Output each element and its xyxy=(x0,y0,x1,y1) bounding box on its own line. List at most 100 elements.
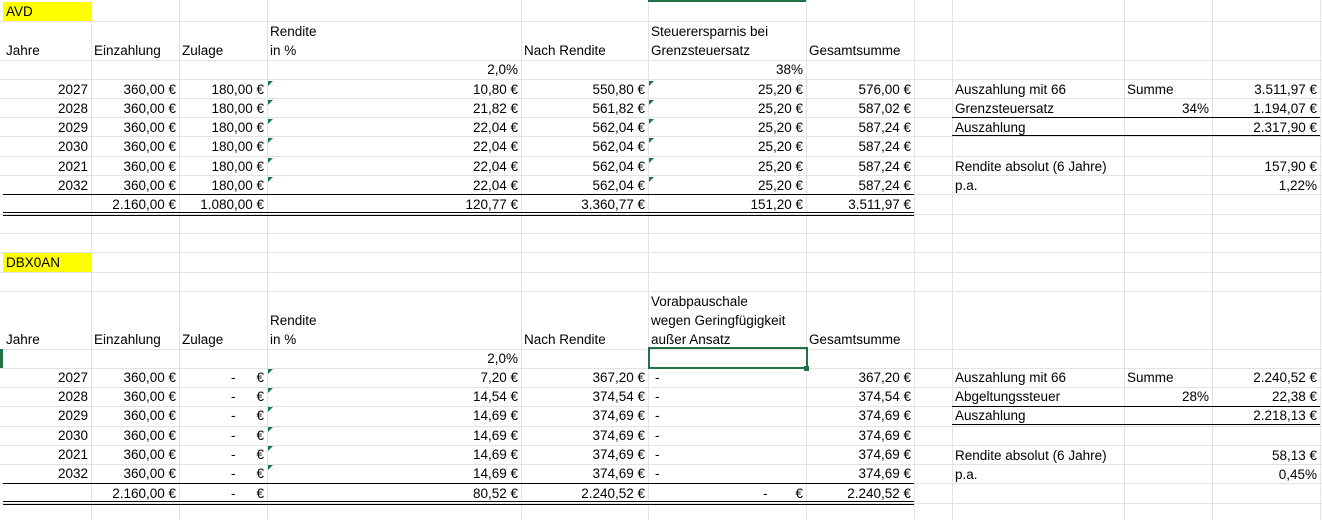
table-row-rendite[interactable]: 22,04 € xyxy=(267,137,521,156)
table-row-zulage[interactable]: 180,00 € xyxy=(179,99,267,118)
table-row-einzahlung[interactable]: 360,00 € xyxy=(91,137,179,156)
avd-rendite-abs-value[interactable]: 157,90 € xyxy=(1212,157,1320,176)
table-row-zulage[interactable]: 180,00 € xyxy=(179,80,267,99)
dbx-auszahlung-label[interactable]: Auszahlung xyxy=(952,406,1124,425)
table-row-gesamt[interactable]: 587,24 € xyxy=(806,137,914,156)
table-row-steuer[interactable]: 25,20 € xyxy=(648,80,806,99)
dbx-auszahlung-value[interactable]: 2.218,13 € xyxy=(1212,406,1320,425)
table-row-steuer[interactable]: 25,20 € xyxy=(648,99,806,118)
table-row-rendite[interactable]: 14,69 € xyxy=(267,445,521,464)
table-row-gesamt[interactable]: 374,69 € xyxy=(806,426,914,445)
header-steuerersparnis-line1[interactable]: Steuerersparnis bei xyxy=(648,22,806,41)
rendite-percent[interactable]: 2,0% xyxy=(267,60,521,79)
avd-rendite-abs-label[interactable]: Rendite absolut (6 Jahre) xyxy=(952,157,1212,176)
table-row-vorab[interactable]: - xyxy=(652,445,692,464)
dbx-pa-label[interactable]: p.a. xyxy=(952,465,1124,484)
table-row-einzahlung[interactable]: 360,00 € xyxy=(91,406,179,425)
table-row-jahr[interactable]: 2027 xyxy=(3,80,91,99)
table-row-steuer[interactable]: 25,20 € xyxy=(648,118,806,137)
table-row-gesamt[interactable]: 587,24 € xyxy=(806,118,914,137)
table-row-zulage-eur[interactable]: € xyxy=(247,387,267,406)
avd-auszahlung66-label[interactable]: Auszahlung mit 66 xyxy=(952,80,1124,99)
table-row-einzahlung[interactable]: 360,00 € xyxy=(91,426,179,445)
steuersatz-percent[interactable]: 38% xyxy=(648,60,806,79)
table-row-rendite[interactable]: 22,04 € xyxy=(267,176,521,195)
table-row-zulage[interactable]: - xyxy=(228,445,248,464)
table-row-einzahlung[interactable]: 360,00 € xyxy=(91,99,179,118)
avd-summe-label[interactable]: Summe xyxy=(1124,80,1212,99)
table-row-gesamt[interactable]: 576,00 € xyxy=(806,80,914,99)
table-row-steuer[interactable]: 25,20 € xyxy=(648,176,806,195)
avd-pa-value[interactable]: 1,22% xyxy=(1212,176,1320,195)
table-row-nach-rendite[interactable]: 374,69 € xyxy=(521,426,648,445)
table-row-einzahlung[interactable]: 360,00 € xyxy=(91,118,179,137)
header-nach-rendite[interactable]: Nach Rendite xyxy=(521,41,648,60)
table-row-gesamt[interactable]: 587,24 € xyxy=(806,157,914,176)
header-rendite-line2[interactable]: in % xyxy=(267,41,521,60)
table-row-steuer[interactable]: 25,20 € xyxy=(648,137,806,156)
table-row-zulage[interactable]: 180,00 € xyxy=(179,176,267,195)
table-row-einzahlung[interactable]: 360,00 € xyxy=(91,157,179,176)
table-row-nach-rendite[interactable]: 374,69 € xyxy=(521,406,648,425)
section-label-dbx0an[interactable]: DBX0AN xyxy=(3,253,91,272)
dbx-abgeltung-pct[interactable]: 28% xyxy=(1124,387,1212,406)
table-row-rendite[interactable]: 14,69 € xyxy=(267,426,521,445)
table-row-jahr[interactable]: 2029 xyxy=(3,406,91,425)
table-row-rendite[interactable]: 21,82 € xyxy=(267,99,521,118)
table-row-jahr[interactable]: 2021 xyxy=(3,445,91,464)
table-row-einzahlung[interactable]: 360,00 € xyxy=(91,464,179,483)
header-rendite-line1[interactable]: Rendite xyxy=(267,311,521,330)
header-zulage[interactable]: Zulage xyxy=(179,330,267,349)
header-einzahlung[interactable]: Einzahlung xyxy=(91,41,179,60)
table-row-vorab[interactable]: - xyxy=(652,426,692,445)
table-row-nach-rendite[interactable]: 562,04 € xyxy=(521,118,648,137)
table-row-jahr[interactable]: 2032 xyxy=(3,176,91,195)
table-row-gesamt[interactable]: 587,24 € xyxy=(806,176,914,195)
table-row-einzahlung[interactable]: 360,00 € xyxy=(91,387,179,406)
table-row-jahr[interactable]: 2030 xyxy=(3,426,91,445)
table-row-nach-rendite[interactable]: 374,69 € xyxy=(521,464,648,483)
table-row-gesamt[interactable]: 374,69 € xyxy=(806,406,914,425)
table-row-rendite[interactable]: 10,80 € xyxy=(267,80,521,99)
table-row-einzahlung[interactable]: 360,00 € xyxy=(91,176,179,195)
table-row-nach-rendite[interactable]: 562,04 € xyxy=(521,137,648,156)
table-row-zulage-eur[interactable]: € xyxy=(247,406,267,425)
dbx-auszahlung66-label[interactable]: Auszahlung mit 66 xyxy=(952,368,1124,387)
header-einzahlung[interactable]: Einzahlung xyxy=(91,330,179,349)
table-row-einzahlung[interactable]: 360,00 € xyxy=(91,445,179,464)
header-steuerersparnis-line2[interactable]: Grenzsteuersatz xyxy=(648,41,806,60)
table-row-nach-rendite[interactable]: 561,82 € xyxy=(521,99,648,118)
table-row-gesamt[interactable]: 587,02 € xyxy=(806,99,914,118)
spreadsheet-grid[interactable]: AVD Jahre Einzahlung Zulage Rendite in %… xyxy=(0,0,1322,520)
table-row-zulage[interactable]: 180,00 € xyxy=(179,118,267,137)
dbx-rendite-abs-label[interactable]: Rendite absolut (6 Jahre) xyxy=(952,446,1212,465)
table-row-zulage[interactable]: - xyxy=(228,406,248,425)
table-row-gesamt[interactable]: 374,54 € xyxy=(806,387,914,406)
table-row-rendite[interactable]: 7,20 € xyxy=(267,368,521,387)
avd-pa-label[interactable]: p.a. xyxy=(952,176,1124,195)
table-row-jahr[interactable]: 2030 xyxy=(3,137,91,156)
table-row-rendite[interactable]: 14,69 € xyxy=(267,406,521,425)
table-row-zulage-eur[interactable]: € xyxy=(247,426,267,445)
table-row-gesamt[interactable]: 374,69 € xyxy=(806,445,914,464)
avd-grenz-pct[interactable]: 34% xyxy=(1124,99,1212,118)
table-row-rendite[interactable]: 22,04 € xyxy=(267,118,521,137)
table-row-jahr[interactable]: 2028 xyxy=(3,387,91,406)
header-nach-rendite[interactable]: Nach Rendite xyxy=(521,330,648,349)
table-row-rendite[interactable]: 22,04 € xyxy=(267,157,521,176)
header-rendite-line1[interactable]: Rendite xyxy=(267,22,521,41)
header-gesamtsumme[interactable]: Gesamtsumme xyxy=(806,41,914,60)
dbx-summe-label[interactable]: Summe xyxy=(1124,368,1212,387)
table-row-zulage-eur[interactable]: € xyxy=(247,464,267,483)
header-rendite-line2[interactable]: in % xyxy=(267,330,521,349)
dbx-summe-value[interactable]: 2.240,52 € xyxy=(1212,368,1320,387)
header-vorab-line2[interactable]: wegen Geringfügigkeit xyxy=(648,311,806,330)
header-jahre[interactable]: Jahre xyxy=(3,41,91,60)
table-row-zulage[interactable]: 180,00 € xyxy=(179,157,267,176)
table-row-jahr[interactable]: 2021 xyxy=(3,157,91,176)
table-row-zulage-eur[interactable]: € xyxy=(247,445,267,464)
table-row-vorab[interactable]: - xyxy=(652,387,692,406)
avd-grenz-value[interactable]: 1.194,07 € xyxy=(1212,99,1320,118)
table-row-einzahlung[interactable]: 360,00 € xyxy=(91,80,179,99)
table-row-rendite[interactable]: 14,54 € xyxy=(267,387,521,406)
